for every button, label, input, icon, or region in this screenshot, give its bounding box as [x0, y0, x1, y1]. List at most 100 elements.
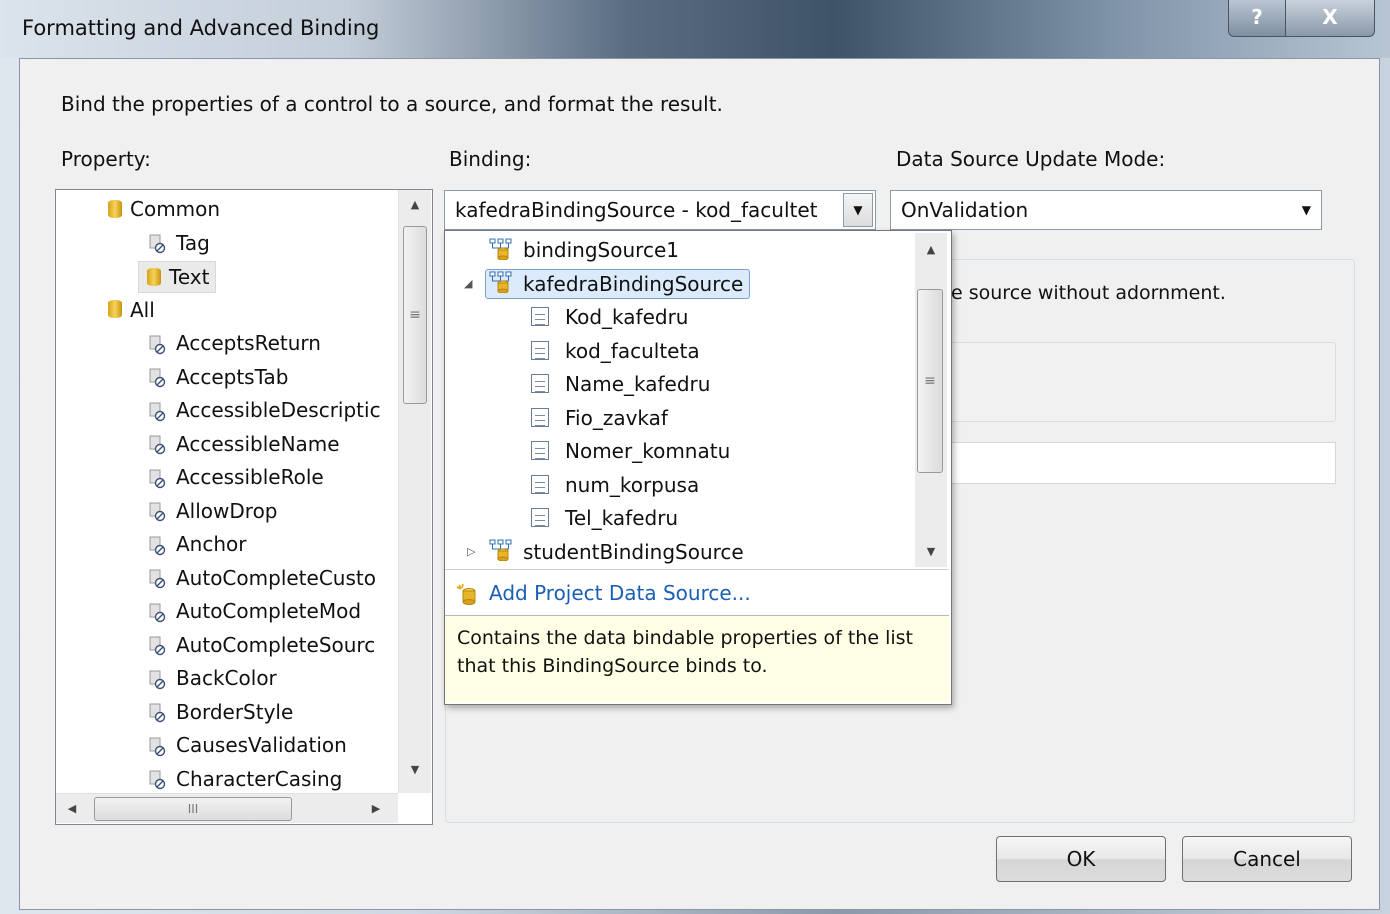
- popup-scroll-up-button[interactable]: ▲: [917, 237, 945, 263]
- property-tree-item[interactable]: Anchor: [148, 529, 247, 559]
- binding-source-item[interactable]: bindingSource1: [489, 235, 679, 265]
- popup-scroll-thumb[interactable]: ≡: [917, 289, 943, 473]
- property-tree-item-label: BackColor: [176, 666, 277, 690]
- scroll-right-button[interactable]: ▶: [362, 796, 390, 822]
- scroll-down-button[interactable]: ▼: [401, 757, 429, 783]
- binding-field-item[interactable]: Fio_zavkaf: [531, 403, 668, 433]
- title-bar[interactable]: Formatting and Advanced Binding ? X: [0, 0, 1390, 58]
- property-tree-item[interactable]: BorderStyle: [148, 697, 293, 727]
- property-tree-item-label: BorderStyle: [176, 699, 294, 724]
- property-icon: [148, 601, 168, 622]
- description-text: Bind the properties of a control to a so…: [61, 92, 723, 116]
- property-tree-item[interactable]: AutoCompleteCusto: [148, 563, 376, 593]
- binding-source-tree: bindingSource1 ◢ kafedraBindingSource Kod_k…: [445, 231, 915, 569]
- binding-item-label: Name_kafedru: [565, 372, 711, 396]
- binding-field-item[interactable]: Name_kafedru: [531, 369, 710, 399]
- property-horizontal-scrollbar[interactable]: ◀ III ▶: [56, 793, 398, 823]
- help-button[interactable]: ?: [1228, 0, 1286, 37]
- property-tree[interactable]: Common Tag Text All AcceptsReturn AcceptsTab A…: [55, 189, 433, 825]
- popup-separator: [445, 569, 949, 570]
- binding-dropdown-button[interactable]: ▼: [843, 193, 873, 227]
- binding-source-item[interactable]: ▷ studentBindingSource: [467, 537, 744, 567]
- field-icon: [531, 407, 549, 427]
- binding-item-label: kafedraBindingSource: [523, 271, 744, 296]
- property-tree-item[interactable]: AllowDrop: [148, 496, 278, 526]
- format-description: e source without adornment.: [951, 282, 1226, 304]
- field-icon: [531, 307, 549, 326]
- property-icon: [148, 668, 168, 689]
- binding-item-label: Tel_kafedru: [565, 506, 679, 530]
- binding-item-label: Kod_kafedru: [565, 305, 689, 329]
- binding-source-item[interactable]: ◢ kafedraBindingSource: [464, 268, 751, 299]
- field-icon: [531, 374, 549, 393]
- property-tree-item-label: AutoCompleteSourc: [176, 632, 376, 657]
- property-tree-item-label: Common: [130, 197, 221, 221]
- property-tree-item[interactable]: Common: [108, 194, 220, 224]
- binding-combo[interactable]: kafedraBindingSource - kod_facultet ▼: [444, 190, 876, 230]
- property-icon: [148, 735, 168, 756]
- update-mode-value: OnValidation: [901, 198, 1029, 222]
- scroll-left-button[interactable]: ◀: [58, 796, 86, 822]
- binding-item-label: studentBindingSource: [523, 539, 744, 564]
- field-icon: [531, 340, 549, 360]
- property-tree-item[interactable]: AutoCompleteMod: [148, 596, 361, 626]
- property-tree-item[interactable]: CharacterCasing: [148, 764, 342, 794]
- property-tree-item[interactable]: AccessibleName: [148, 429, 340, 459]
- property-tree-item[interactable]: AcceptsReturn: [148, 328, 321, 358]
- scroll-thumb[interactable]: ≡: [403, 226, 427, 404]
- property-tree-item[interactable]: CausesValidation: [148, 730, 347, 760]
- field-icon: [531, 441, 549, 460]
- property-icon: [148, 366, 168, 388]
- database-icon: [108, 199, 122, 218]
- add-project-data-source-link[interactable]: Add Project Data Source...: [455, 577, 751, 609]
- binding-combo-value: kafedraBindingSource - kod_facultet: [455, 198, 818, 222]
- binding-dropdown-popup[interactable]: bindingSource1 ◢ kafedraBindingSource Kod_k…: [444, 230, 952, 705]
- property-tree-item[interactable]: AutoCompleteSourc: [148, 630, 375, 660]
- binding-source-icon: [489, 238, 513, 260]
- popup-vertical-scrollbar[interactable]: ▲ ≡ ▼: [915, 233, 947, 567]
- property-vertical-scrollbar[interactable]: ▲ ≡ ▼: [398, 190, 431, 793]
- property-icon: [148, 768, 168, 790]
- property-tree-item-label: AccessibleName: [176, 431, 340, 456]
- add-data-source-icon: [455, 582, 477, 605]
- property-tree-item-label: Text: [169, 265, 210, 289]
- collapse-arrow-icon[interactable]: ◢: [464, 270, 472, 298]
- binding-item-label: bindingSource1: [523, 238, 679, 262]
- property-icon: [148, 333, 168, 354]
- property-tree-item-label: AccessibleRole: [176, 465, 324, 489]
- property-tree-item[interactable]: AccessibleRole: [148, 462, 324, 492]
- close-button[interactable]: X: [1285, 0, 1375, 37]
- dialog-client-area: Bind the properties of a control to a so…: [19, 58, 1380, 910]
- property-tree-item[interactable]: AcceptsTab: [148, 362, 288, 392]
- property-tree-item[interactable]: Text: [138, 261, 217, 293]
- binding-field-item[interactable]: num_korpusa: [531, 470, 699, 500]
- property-icon: [148, 400, 168, 421]
- horizontal-scroll-thumb[interactable]: III: [94, 797, 292, 821]
- ok-button[interactable]: OK: [996, 836, 1166, 882]
- property-tree-item[interactable]: Tag: [148, 228, 210, 258]
- binding-field-item[interactable]: Nomer_komnatu: [531, 436, 730, 466]
- property-tree-item[interactable]: All: [108, 295, 155, 325]
- add-data-source-label: Add Project Data Source...: [489, 581, 751, 605]
- binding-description-box: Contains the data bindable properties of…: [445, 616, 949, 702]
- property-tree-item-label: Tag: [176, 230, 210, 255]
- scroll-up-button[interactable]: ▲: [401, 192, 429, 218]
- popup-scroll-down-button[interactable]: ▼: [917, 539, 945, 565]
- database-icon: [108, 300, 122, 318]
- binding-source-icon: [489, 539, 513, 562]
- format-input[interactable]: [940, 442, 1336, 484]
- cancel-button[interactable]: Cancel: [1182, 836, 1352, 882]
- property-tree-item-label: CausesValidation: [176, 733, 347, 757]
- expand-arrow-icon[interactable]: ▷: [467, 537, 475, 567]
- binding-field-item[interactable]: kod_faculteta: [531, 336, 700, 366]
- property-tree-item-label: All: [130, 297, 155, 322]
- binding-source-icon: [489, 271, 513, 294]
- binding-item-label: kod_faculteta: [565, 338, 700, 363]
- update-mode-combo[interactable]: OnValidation ▼: [890, 190, 1322, 230]
- chevron-down-icon[interactable]: ▼: [1302, 191, 1311, 229]
- property-icon: [148, 232, 168, 254]
- binding-field-item[interactable]: Tel_kafedru: [531, 503, 678, 533]
- property-tree-item[interactable]: AccessibleDescriptic: [148, 395, 381, 425]
- binding-field-item[interactable]: Kod_kafedru: [531, 302, 688, 332]
- property-tree-item[interactable]: BackColor: [148, 663, 277, 693]
